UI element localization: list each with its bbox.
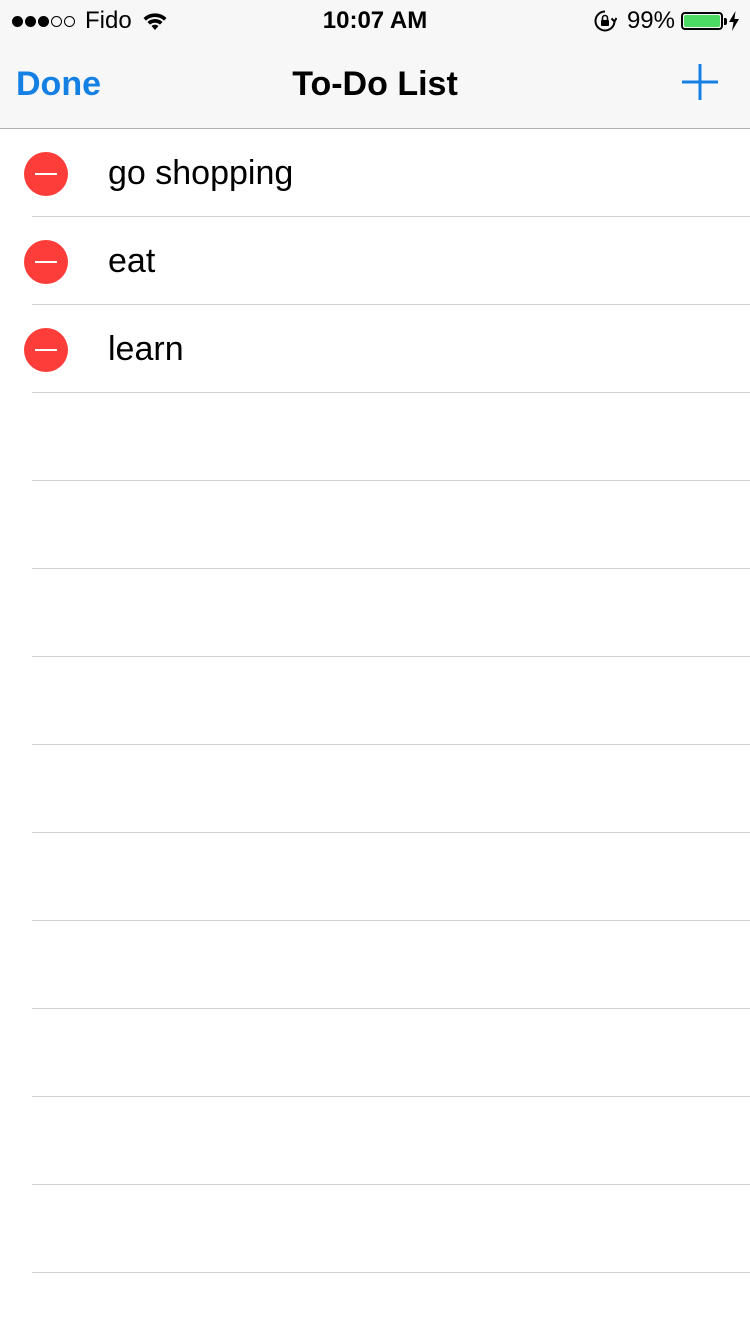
empty-row xyxy=(32,393,750,481)
empty-row xyxy=(32,1185,750,1273)
empty-row xyxy=(32,921,750,1009)
orientation-lock-icon xyxy=(594,10,617,32)
page-title: To-Do List xyxy=(292,65,458,103)
empty-row xyxy=(32,1009,750,1097)
empty-row xyxy=(32,1097,750,1185)
status-right: 99% xyxy=(593,6,740,36)
battery-nub xyxy=(724,18,727,25)
list-item[interactable]: eat xyxy=(24,217,750,305)
plus-icon[interactable] xyxy=(680,62,720,102)
list-item-content: eat xyxy=(0,217,750,304)
charging-bolt-icon xyxy=(729,11,739,31)
list-item-content: go shopping xyxy=(0,129,750,216)
minus-bar xyxy=(35,349,57,351)
todo-list: go shopping eat learn xyxy=(0,129,750,1273)
empty-row xyxy=(32,481,750,569)
list-item-label: eat xyxy=(108,242,156,280)
empty-row xyxy=(32,833,750,921)
list-item-label: learn xyxy=(108,330,184,368)
done-button[interactable]: Done xyxy=(16,62,101,106)
list-item[interactable]: go shopping xyxy=(24,129,750,217)
navigation-bar: Done To-Do List xyxy=(0,40,750,129)
delete-minus-icon[interactable] xyxy=(24,240,68,284)
list-item-content: learn xyxy=(0,305,750,392)
minus-bar xyxy=(35,173,57,175)
minus-bar xyxy=(35,261,57,263)
battery-fill xyxy=(684,15,720,27)
delete-minus-icon[interactable] xyxy=(24,328,68,372)
empty-row xyxy=(32,569,750,657)
empty-row xyxy=(32,657,750,745)
delete-minus-icon[interactable] xyxy=(24,152,68,196)
battery-percentage: 99% xyxy=(626,7,675,34)
list-item[interactable]: learn xyxy=(24,305,750,393)
status-bar: Fido 10:07 AM 99% xyxy=(0,0,750,40)
battery-icon xyxy=(681,12,727,30)
list-item-label: go shopping xyxy=(108,154,294,192)
empty-row xyxy=(32,745,750,833)
